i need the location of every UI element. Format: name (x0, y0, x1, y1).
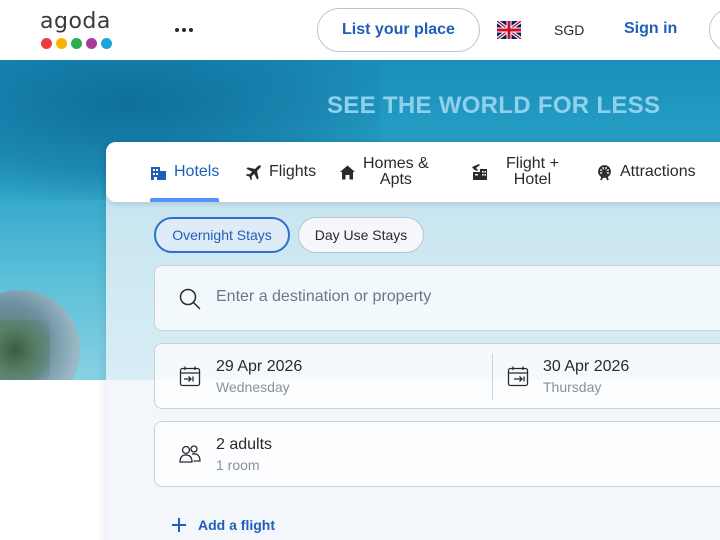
guests-icon (179, 445, 201, 463)
check-out-field[interactable]: 30 Apr 2026 Thursday (493, 344, 720, 408)
rooms-count: 1 room (216, 457, 260, 473)
check-in-date: 29 Apr 2026 (216, 358, 303, 375)
check-out-date: 30 Apr 2026 (543, 358, 630, 375)
home-icon (340, 165, 355, 179)
add-a-flight-label: Add a flight (198, 517, 275, 533)
destination-search-field[interactable]: Enter a destination or property (154, 265, 720, 331)
check-in-day: Wednesday (216, 379, 290, 395)
calendar-check-in-icon (179, 366, 201, 387)
agoda-logo[interactable]: agoda (40, 10, 116, 50)
occupancy-field[interactable]: 2 adults 1 room (154, 421, 720, 487)
create-account-button[interactable] (709, 8, 720, 52)
search-input[interactable]: Enter a destination or property (216, 288, 431, 306)
uk-flag-icon[interactable] (497, 21, 521, 39)
tab-hotels-label: Hotels (174, 163, 220, 180)
list-your-place-button[interactable]: List your place (317, 8, 480, 52)
agoda-home-page: SEE THE WORLD FOR LESS agoda List your p… (0, 0, 720, 540)
check-out-day: Thursday (543, 379, 602, 395)
currency-selector[interactable]: SGD (554, 22, 584, 38)
check-in-field[interactable]: 29 Apr 2026 Wednesday (155, 344, 491, 408)
tab-flights-label: Flights (269, 163, 317, 180)
date-range-field: 29 Apr 2026 Wednesday 30 Apr 2026 Thursd… (154, 343, 720, 409)
day-use-stays-toggle[interactable]: Day Use Stays (298, 217, 424, 253)
tab-hotels[interactable]: Hotels (150, 142, 220, 202)
calendar-check-out-icon (507, 366, 529, 387)
ferris-wheel-icon (598, 164, 611, 180)
tab-homes-line1: Homes & (363, 155, 429, 172)
sign-in-link[interactable]: Sign in (624, 20, 677, 38)
flight-hotel-icon (472, 164, 487, 180)
hotel-icon (151, 166, 166, 180)
logo-text: agoda (40, 9, 111, 34)
guests-count: 2 adults (216, 436, 273, 453)
airplane-icon (245, 164, 261, 180)
tab-homes-apts[interactable]: Homes & Apts (339, 142, 429, 202)
tab-flight-hotel-line2: Hotel (513, 171, 552, 188)
tab-flight-hotel-line1: Flight + (506, 155, 559, 172)
tab-attractions[interactable]: Attractions (596, 142, 696, 202)
search-icon (179, 288, 201, 310)
more-horizontal-icon[interactable] (172, 18, 196, 42)
plus-icon (172, 518, 186, 532)
tab-attractions-label: Attractions (620, 163, 696, 180)
top-header: agoda List your place SGD Sign in (0, 0, 720, 60)
tab-homes-line2: Apts (379, 171, 412, 188)
tab-flight-hotel[interactable]: Flight + Hotel (471, 142, 559, 202)
logo-dots (41, 38, 112, 49)
add-a-flight-link[interactable]: Add a flight (170, 516, 275, 534)
product-tabs: Hotels Flights Homes & Apts Flight + Hot… (106, 142, 720, 202)
hero-title: SEE THE WORLD FOR LESS (327, 92, 661, 119)
overnight-stays-toggle[interactable]: Overnight Stays (154, 217, 290, 253)
tab-flights[interactable]: Flights (245, 142, 316, 202)
